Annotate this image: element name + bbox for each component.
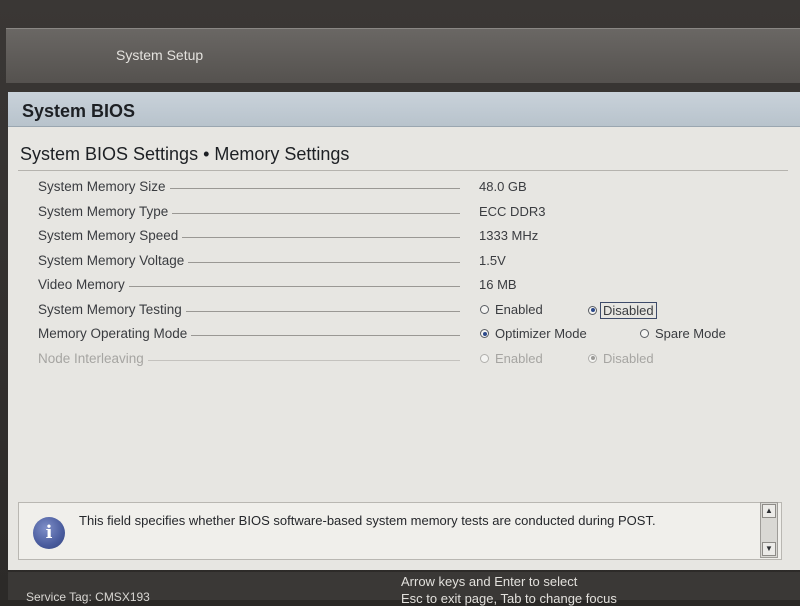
scroll-down-arrow-icon[interactable]: ▼ (762, 542, 776, 556)
radio-selected-icon (480, 329, 489, 338)
option-label: Disabled (603, 350, 654, 366)
help-scrollbar[interactable]: ▲ ▼ (760, 502, 778, 558)
node-interleaving-disabled-radio: Disabled (588, 351, 654, 366)
option-label: Spare Mode (655, 326, 726, 341)
key-hint-navigation: Esc to exit page, Tab to change focus (401, 591, 617, 606)
option-label: Enabled (495, 301, 543, 317)
spare-mode-radio[interactable]: Spare Mode (640, 326, 726, 341)
setting-row-memory-type: System Memory Type ECC DDR3 (8, 201, 800, 225)
section-header: System BIOS (8, 92, 800, 127)
help-text: This field specifies whether BIOS softwa… (79, 513, 656, 528)
setting-label: System Memory Type (38, 203, 173, 219)
setting-row-node-interleaving: Node Interleaving Enabled Disabled (8, 348, 800, 372)
radio-icon (640, 329, 649, 338)
setting-label: System Memory Size (38, 179, 170, 194)
option-label: Disabled (600, 301, 657, 319)
setting-row-memory-speed: System Memory Speed 1333 MHz (8, 225, 800, 249)
setting-row-video-memory: Video Memory 16 MB (8, 274, 800, 298)
radio-selected-icon (588, 353, 597, 363)
setting-label: Video Memory (38, 277, 129, 292)
setup-screen: System BIOS System BIOS Settings • Memor… (8, 92, 800, 570)
memory-testing-enabled-radio[interactable]: Enabled (480, 302, 543, 317)
setting-label: System Memory Speed (38, 228, 183, 243)
window-title: System Setup (116, 47, 204, 63)
setting-value: ECC DDR3 (479, 203, 546, 219)
setting-row-memory-operating-mode: Memory Operating Mode Optimizer Mode Spa… (8, 323, 800, 347)
option-label: Enabled (495, 350, 543, 366)
radio-selected-icon (588, 305, 597, 315)
memory-testing-disabled-radio[interactable]: Disabled (588, 301, 657, 319)
optimizer-mode-radio[interactable]: Optimizer Mode (480, 326, 587, 341)
monitor-frame: System Setup System BIOS System BIOS Set… (0, 0, 800, 606)
setting-row-memory-size: System Memory Size 48.0 GB (8, 176, 800, 200)
page-subtitle: System BIOS Settings • Memory Settings (20, 144, 350, 164)
title-bar: System Setup (6, 28, 800, 83)
setting-value: 1333 MHz (479, 228, 539, 243)
service-tag: Service Tag: CMSX193 (26, 590, 150, 604)
radio-icon (480, 353, 489, 363)
node-interleaving-enabled-radio: Enabled (480, 351, 543, 366)
setting-label: Node Interleaving (38, 350, 148, 366)
setting-value: 1.5V (479, 252, 506, 268)
setting-label: System Memory Voltage (38, 252, 189, 268)
subheader-divider (18, 170, 788, 171)
section-title: System BIOS (22, 101, 136, 121)
setting-label: System Memory Testing (38, 301, 186, 317)
setting-label: Memory Operating Mode (38, 326, 192, 341)
help-panel: i This field specifies whether BIOS soft… (18, 502, 782, 560)
setting-row-memory-testing: System Memory Testing Enabled Disabled (8, 299, 800, 323)
key-hint-select: Arrow keys and Enter to select (401, 574, 578, 589)
scroll-up-arrow-icon[interactable]: ▲ (762, 504, 776, 518)
footer-bar: Service Tag: CMSX193 Arrow keys and Ente… (8, 572, 800, 606)
info-icon: i (33, 517, 65, 549)
setting-row-memory-voltage: System Memory Voltage 1.5V (8, 250, 800, 274)
radio-icon (480, 304, 489, 314)
option-label: Optimizer Mode (495, 326, 587, 341)
setting-value: 48.0 GB (479, 179, 527, 194)
setting-value: 16 MB (479, 277, 517, 292)
